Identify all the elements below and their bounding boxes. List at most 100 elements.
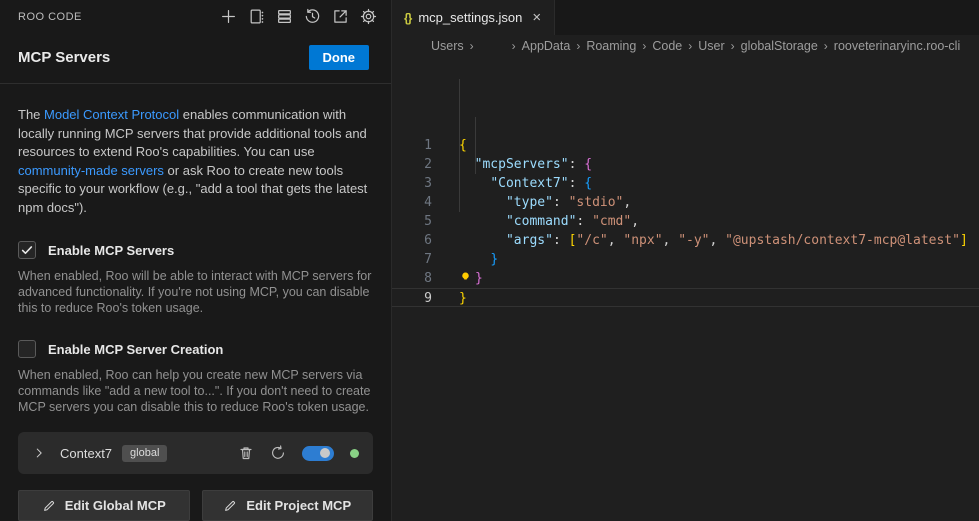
code-line: 6 "args": ["/c", "npx", "-y", "@upstash/… [392,231,979,250]
intro-link[interactable]: Model Context Protocol [44,107,179,122]
line-content: "args": ["/c", "npx", "-y", "@upstash/co… [432,231,968,250]
breadcrumb-separator-icon: › [824,39,828,53]
code-token: { [584,157,592,172]
code-line: 5 "command": "cmd", [392,212,979,231]
line-content: "type": "stdio", [432,193,631,212]
breadcrumb-item[interactable]: AppData [522,39,571,53]
line-content: "command": "cmd", [432,212,639,231]
enable-mcp-servers-checkbox[interactable] [18,241,36,259]
code-token [459,157,475,172]
editor-area: {} mcp_settings.json × Users › › AppData › Ro… [392,0,979,521]
code-token [459,233,506,248]
extension-header: ROO CODE [0,0,391,33]
code-token: ] [960,233,968,248]
line-number: 3 [392,174,432,193]
line-number: 7 [392,250,432,269]
code-token: "args" [506,233,553,248]
mcp-server-row: Context7 global [18,432,373,474]
code-line: 1{ [392,136,979,155]
code-token: } [459,291,467,306]
roo-code-mcp-settings-window: ROO CODE MCP Servers Done The Model Cont… [0,0,979,521]
tab-filename: mcp_settings.json [418,10,522,25]
breadcrumb-separator-icon: › [642,39,646,53]
code-token: "/c" [576,233,607,248]
line-number: 8 [392,269,432,288]
code-token: "npx" [623,233,662,248]
extension-title: ROO CODE [18,11,82,23]
server-actions [238,445,359,461]
breadcrumb-separator-icon: › [688,39,692,53]
edit-project-mcp-button[interactable]: Edit Project MCP [202,490,374,521]
editor-tabbar: {} mcp_settings.json × [392,0,979,35]
json-file-icon: {} [404,11,411,25]
intro-text: The Model Context Protocol enables commu… [18,106,373,217]
enable-mcp-creation-row: Enable MCP Server Creation [18,340,373,358]
code-token: , [631,214,639,229]
prompts-icon[interactable] [248,8,265,25]
code-editor[interactable]: 1{2 "mcpServers": {3 "Context7": {4 "typ… [392,57,979,521]
chevron-right-icon[interactable] [32,446,46,460]
plus-icon[interactable] [220,8,237,25]
breadcrumb-item[interactable]: rooveterinaryinc.roo-cli [834,39,960,53]
tab-close-icon[interactable]: × [529,8,544,27]
breadcrumb-item[interactable]: Roaming [586,39,636,53]
check-icon [20,243,34,257]
mcp-servers-icon[interactable] [276,8,293,25]
breadcrumb-item[interactable]: Code [652,39,682,53]
breadcrumb-item[interactable]: globalStorage [741,39,818,53]
code-line: 7 } [392,250,979,269]
toggle-knob [320,448,330,458]
code-token: "type" [506,195,553,210]
trash-icon[interactable] [238,445,254,461]
line-number: 4 [392,193,432,212]
tab-mcp-settings-json[interactable]: {} mcp_settings.json × [392,0,555,35]
popout-icon[interactable] [332,8,349,25]
history-icon[interactable] [304,8,321,25]
intro-link[interactable]: community-made servers [18,163,164,178]
code-token: : [553,233,569,248]
breadcrumb-separator-icon: › [731,39,735,53]
code-token: "command" [506,214,576,229]
edit-global-mcp-label: Edit Global MCP [65,498,166,513]
server-enabled-toggle[interactable] [302,446,334,461]
code-token: : [553,195,569,210]
code-token: , [608,233,624,248]
enable-mcp-creation-description: When enabled, Roo can help you create ne… [18,367,373,415]
code-line: 4 "type": "stdio", [392,193,979,212]
page-title: MCP Servers [18,49,110,66]
server-scope-badge: global [122,445,167,462]
edit-project-mcp-label: Edit Project MCP [246,498,351,513]
done-button[interactable]: Done [309,45,370,70]
line-number: 6 [392,231,432,250]
enable-mcp-creation-label: Enable MCP Server Creation [48,342,223,357]
line-content: } [432,289,467,306]
enable-mcp-servers-label: Enable MCP Servers [48,243,174,258]
code-token: , [663,233,679,248]
line-number: 2 [392,155,432,174]
enable-mcp-creation-checkbox[interactable] [18,340,36,358]
server-name: Context7 [60,446,112,461]
edit-actions: Edit Global MCP Edit Project MCP [18,490,373,521]
line-number: 1 [392,136,432,155]
breadcrumb-item[interactable]: Users [431,39,464,53]
settings-gear-icon[interactable] [360,8,377,25]
code-token: : [576,214,592,229]
code-token: : [569,157,585,172]
code-token: "@upstash/context7-mcp@latest" [725,233,960,248]
panel-body: The Model Context Protocol enables commu… [0,84,391,521]
code-line: 3 "Context7": { [392,174,979,193]
code-token: , [710,233,726,248]
pencil-icon [42,499,56,513]
restart-icon[interactable] [270,445,286,461]
code-token [459,195,506,210]
breadcrumb-item[interactable]: User [698,39,724,53]
code-token: } [475,271,483,286]
code-token: "cmd" [592,214,631,229]
line-content: "Context7": { [432,174,592,193]
code-token: "stdio" [569,195,624,210]
code-token: "Context7" [490,176,568,191]
edit-global-mcp-button[interactable]: Edit Global MCP [18,490,190,521]
line-content: } [432,250,498,269]
code-token: { [459,138,467,153]
code-line: 8} [392,269,979,288]
